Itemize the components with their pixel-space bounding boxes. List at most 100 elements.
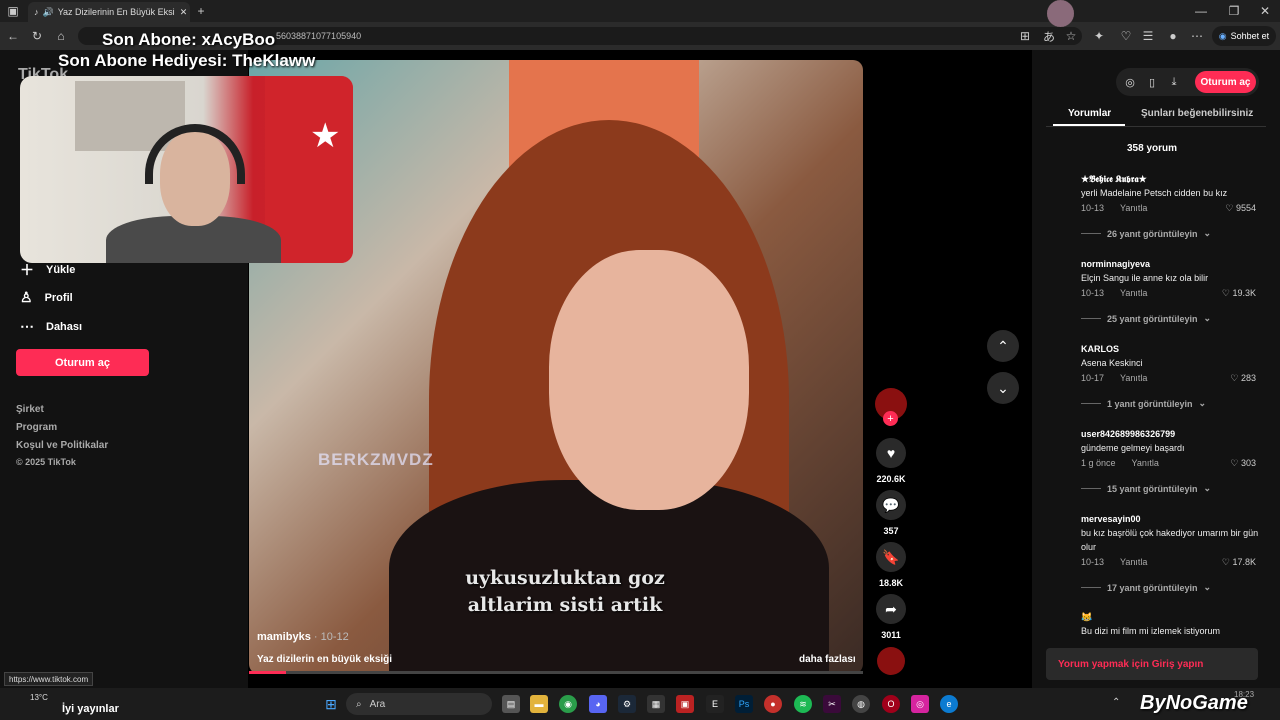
spotify-icon[interactable]: ≋ (794, 695, 812, 713)
close-window-icon[interactable]: ✕ (1256, 2, 1274, 20)
chat-button[interactable]: ◉ Sohbet et (1212, 26, 1276, 46)
tab-title: Yaz Dizilerinin En Büyük Eksi (57, 7, 175, 17)
music-disc-icon[interactable] (877, 647, 905, 675)
video-progress-bar[interactable] (249, 671, 863, 674)
edge-icon[interactable]: e (940, 695, 958, 713)
minimize-icon[interactable]: — (1192, 2, 1210, 20)
tray-chevron-icon[interactable]: ⌃ (1112, 697, 1120, 708)
comment-avatar[interactable] (1047, 0, 1074, 27)
author-name[interactable]: mamibyks (257, 631, 311, 643)
login-button-top[interactable]: Oturum aç (1195, 71, 1256, 93)
video-editor-icon[interactable]: ✂ (823, 695, 841, 713)
comment-text: gündeme gelmeyi başardı (1081, 443, 1185, 453)
video-author[interactable]: mamibyks · 10-12 (257, 631, 349, 643)
comment-author[interactable]: mervesayin00 (1081, 514, 1141, 524)
file-explorer-icon[interactable]: ▬ (530, 695, 548, 713)
chrome-icon[interactable]: ◉ (559, 695, 577, 713)
weather-text[interactable]: 13°C (30, 693, 48, 702)
comment-count: 357 (883, 526, 899, 536)
clock[interactable]: 18:23 (1234, 690, 1254, 699)
phone-icon[interactable]: ▯ (1143, 73, 1161, 91)
follow-plus-icon[interactable]: + (883, 411, 898, 426)
audio-icon[interactable]: 🔊 (43, 7, 54, 18)
heart-outline-icon: ♡ (1221, 557, 1233, 567)
sidebar-item-more[interactable]: ⋯ Dahası (20, 318, 82, 335)
opera-icon[interactable]: O (882, 695, 900, 713)
app-icon-red[interactable]: ▣ (676, 695, 694, 713)
tab-close-icon[interactable]: ✕ (180, 7, 188, 18)
compass-icon[interactable]: ◎ (1121, 73, 1139, 91)
sidebar-item-profile[interactable]: ♙ Profil (20, 289, 73, 306)
next-video-button[interactable]: ⌄ (987, 372, 1019, 404)
collections-icon[interactable]: ☰ (1139, 27, 1157, 45)
view-replies-button[interactable]: 17 yanıt görüntüleyin ⌄ (1081, 582, 1211, 593)
home-icon[interactable]: ⌂ (52, 27, 70, 45)
comment-like[interactable]: ♡ 19.3K (1206, 288, 1256, 299)
comment-author[interactable]: KARLOS (1081, 344, 1119, 354)
caption-line-1: uykusuzluktan goz (465, 567, 665, 589)
favorite-icon[interactable]: ☆ (1062, 27, 1080, 45)
reply-line (1081, 488, 1101, 489)
reply-button[interactable]: Yanıtla (1132, 458, 1159, 468)
login-button-sidebar[interactable]: Oturum aç (16, 349, 149, 376)
reply-button[interactable]: Yanıtla (1120, 203, 1147, 213)
reply-button[interactable]: Yanıtla (1120, 288, 1147, 298)
bynogame-logo: ByNoGame (1140, 692, 1248, 714)
share-button[interactable]: ➦ (876, 594, 906, 624)
view-replies-button[interactable]: 25 yanıt görüntüleyin ⌄ (1081, 313, 1211, 324)
photoshop-icon[interactable]: Ps (735, 695, 753, 713)
view-replies-button[interactable]: 1 yanıt görüntüleyin ⌄ (1081, 398, 1206, 409)
comment-author[interactable]: norminnagiyeva (1081, 259, 1150, 269)
steam-icon[interactable]: ⚙ (618, 695, 636, 713)
tab-actions-icon[interactable]: ▣ (4, 2, 22, 20)
previous-video-button[interactable]: ⌃ (987, 330, 1019, 362)
footer-link-company[interactable]: Şirket (16, 404, 44, 415)
tab-recommended[interactable]: Şunları beğenebilirsiniz (1141, 108, 1253, 119)
reply-button[interactable]: Yanıtla (1120, 557, 1147, 567)
app-icon-circle[interactable]: ● (764, 695, 782, 713)
reply-button[interactable]: Yanıtla (1120, 373, 1147, 383)
webcam-overlay: ★ (20, 76, 353, 263)
view-replies-button[interactable]: 15 yanıt görüntüleyin ⌄ (1081, 483, 1211, 494)
comment-like[interactable]: ♡ 9554 (1206, 203, 1256, 214)
comment-like[interactable]: ♡ 303 (1206, 458, 1256, 469)
obs-icon[interactable]: ◍ (852, 695, 870, 713)
comment-meta: 10-13 Yanıtla (1081, 557, 1147, 567)
comment-author[interactable]: user842689986326799 (1081, 429, 1175, 439)
browser-tab[interactable]: ♪ 🔊 Yaz Dizilerinin En Büyük Eksi ✕ (28, 2, 190, 22)
more-menu-icon[interactable]: ⋯ (1188, 27, 1206, 45)
comment-like[interactable]: ♡ 17.8K (1206, 557, 1256, 568)
comment-author[interactable]: ★𝕭𝖊𝖍𝖎𝖈𝖊 𝕶𝖚𝖇𝖗𝖆★ (1081, 174, 1147, 185)
instagram-icon[interactable]: ◎ (911, 695, 929, 713)
epic-games-icon[interactable]: E (706, 695, 724, 713)
comment-author[interactable]: 😹 (1081, 612, 1092, 623)
save-button[interactable]: 🔖 (876, 542, 906, 572)
back-icon[interactable]: ← (4, 27, 22, 45)
heart-icon[interactable]: ♡ (1117, 27, 1135, 45)
comment-login-prompt[interactable]: Yorum yapmak için Giriş yapın (1046, 648, 1258, 680)
maximize-icon[interactable]: ❐ (1225, 2, 1243, 20)
new-tab-icon[interactable]: + (192, 2, 210, 20)
like-button[interactable]: ♥ (876, 438, 906, 468)
more-button[interactable]: daha fazlası (799, 654, 856, 665)
taskbar-search[interactable]: ⌕ Ara (346, 693, 492, 715)
footer-link-terms[interactable]: Koşul ve Politikalar (16, 440, 108, 451)
tab-comments[interactable]: Yorumlar (1068, 108, 1111, 119)
reply-line (1081, 318, 1101, 319)
app-icon[interactable]: ⊞ (1016, 27, 1034, 45)
sidebar-item-upload[interactable]: ＋ Yükle (20, 260, 75, 280)
comment-button[interactable]: 💬 (876, 490, 906, 520)
refresh-icon[interactable]: ↻ (28, 27, 46, 45)
comment-like[interactable]: ♡ 283 (1206, 373, 1256, 384)
extensions-icon[interactable]: ✦ (1090, 27, 1108, 45)
discord-icon[interactable]: ◕ (589, 695, 607, 713)
task-view-icon[interactable]: ▤ (502, 695, 520, 713)
translate-icon[interactable]: あ (1040, 27, 1058, 45)
download-icon[interactable]: ⤓ (1165, 73, 1183, 91)
footer-link-program[interactable]: Program (16, 422, 57, 433)
app-icon-generic[interactable]: ▦ (647, 695, 665, 713)
comment-like-count: 303 (1240, 458, 1256, 468)
view-replies-button[interactable]: 26 yanıt görüntüleyin ⌄ (1081, 228, 1211, 239)
profile-avatar-icon[interactable]: ● (1164, 27, 1182, 45)
windows-start-icon[interactable]: ⊞ (322, 695, 340, 713)
